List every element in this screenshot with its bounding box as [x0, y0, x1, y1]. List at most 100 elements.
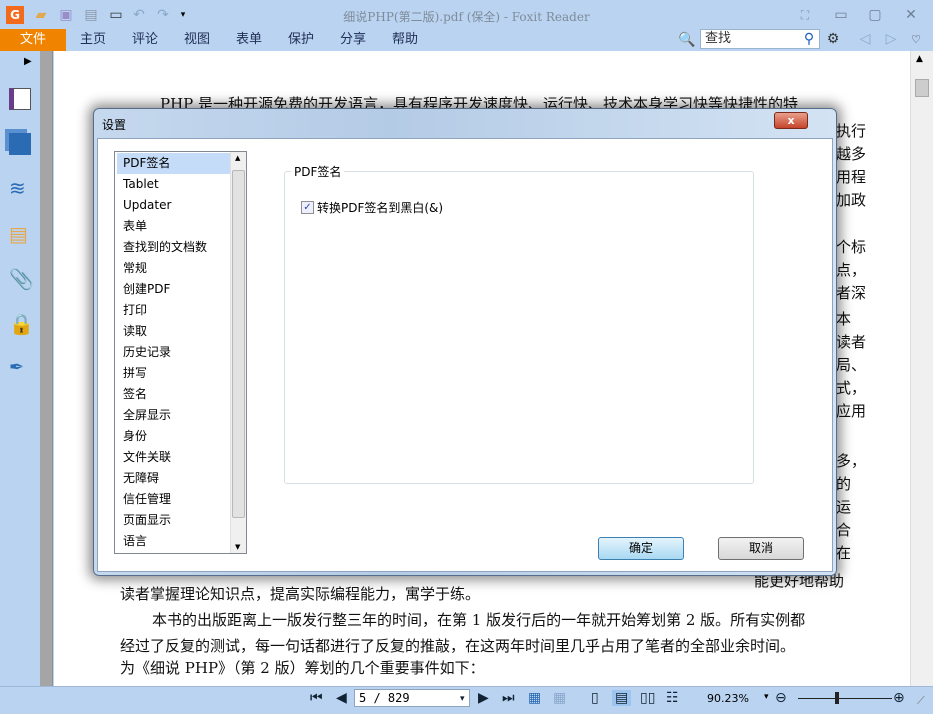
tab-view[interactable]: 视图 [174, 29, 220, 51]
text-fragment: 加政 [836, 191, 867, 209]
facing-page-icon[interactable]: ▯▯ [640, 690, 655, 706]
next-page-icon[interactable]: ▶ [478, 690, 489, 706]
category-item[interactable]: PDF签名 [117, 153, 230, 174]
expand-panel-icon[interactable]: ▶ [24, 56, 32, 67]
category-item[interactable]: 查找到的文档数 [117, 237, 230, 258]
pdf-signature-group: PDF签名 ✓ 转换PDF签名到黑白(&) [284, 163, 754, 484]
text-fragment: 读者 [836, 333, 867, 351]
previous-icon[interactable]: ◁ [856, 30, 874, 48]
category-item[interactable]: 无障碍 [117, 468, 230, 489]
maximize-button[interactable]: ▢ [866, 6, 884, 24]
zoom-in-icon[interactable]: ⊕ [893, 690, 905, 706]
dialog-close-button[interactable]: x [774, 112, 808, 129]
category-item[interactable]: 历史记录 [117, 342, 230, 363]
text-fragment: 个标 [836, 238, 867, 256]
previous-view-icon[interactable]: ▦ [528, 690, 541, 706]
text-fragment: 局、 [836, 356, 867, 374]
page-number-input[interactable]: 5 / 829 [354, 689, 470, 707]
checkbox-label: 转换PDF签名到黑白(&) [317, 201, 444, 215]
tab-protect[interactable]: 保护 [278, 29, 324, 51]
zoom-out-icon[interactable]: ⊖ [775, 690, 787, 706]
convert-signature-bw-checkbox[interactable]: ✓ 转换PDF签名到黑白(&) [301, 199, 443, 216]
text-fragment: 执行 [836, 122, 867, 140]
category-item[interactable]: 信任管理 [117, 489, 230, 510]
text-line: 读者掌握理论知识点，提高实际编程能力，寓学于练。 [120, 585, 481, 603]
vertical-scrollbar[interactable]: ▲ [910, 51, 933, 686]
category-item[interactable]: 全屏显示 [117, 405, 230, 426]
dialog-title: 设置 [102, 118, 127, 132]
zoom-dropdown-icon[interactable]: ▾ [764, 692, 769, 702]
continuous-facing-icon[interactable]: ☷ [666, 690, 679, 706]
close-window-button[interactable]: ✕ [902, 6, 920, 24]
bookmark-icon[interactable] [9, 88, 31, 110]
category-item[interactable]: 拼写 [117, 363, 230, 384]
collapse-ribbon-icon[interactable]: ♡ [907, 30, 925, 48]
category-item[interactable]: 身份 [117, 426, 230, 447]
tab-file[interactable]: 文件 [0, 29, 66, 51]
category-item[interactable]: 创建PDF [117, 279, 230, 300]
tab-home[interactable]: 主页 [70, 29, 116, 51]
tab-form[interactable]: 表单 [226, 29, 272, 51]
checkbox-checked-icon[interactable]: ✓ [301, 201, 314, 214]
category-list: PDF签名 Tablet Updater 表单 查找到的文档数 常规 创建PDF 打印 读取 历史… [114, 151, 247, 554]
folder-search-icon[interactable]: 🔍 [678, 31, 696, 49]
text-fragment: 的 [836, 475, 852, 493]
text-fragment: 本 [836, 310, 852, 328]
zoom-slider[interactable] [798, 698, 892, 699]
text-fragment: 用程 [836, 168, 867, 186]
fullscreen-icon[interactable]: ⛶ [796, 6, 814, 24]
text-fragment: 式， [836, 379, 867, 397]
text-fragment: 点， [836, 261, 867, 279]
scroll-thumb[interactable] [915, 79, 929, 97]
pages-icon[interactable] [9, 133, 31, 155]
signature-icon[interactable]: ✒ [9, 357, 31, 379]
tab-share[interactable]: 分享 [330, 29, 376, 51]
lock-icon[interactable]: 🔒 [9, 312, 34, 336]
minimize-button[interactable]: ▭ [832, 6, 850, 24]
window-title: 细说PHP(第二版).pdf (保全) - Foxit Reader [343, 10, 590, 24]
next-view-icon[interactable]: ▦ [553, 690, 566, 706]
resize-grip-icon[interactable]: ⟋ [917, 694, 925, 708]
category-item[interactable]: 签名 [117, 384, 230, 405]
category-item[interactable]: Updater [117, 195, 230, 216]
text-fragment: 越多 [836, 145, 867, 163]
text-fragment: 多， [836, 452, 867, 470]
single-page-icon[interactable]: ▯ [591, 690, 599, 706]
category-item[interactable]: 语言 [117, 531, 230, 552]
search-icon[interactable]: ⚲ [800, 30, 818, 48]
list-scroll-thumb[interactable] [232, 170, 245, 518]
ok-button[interactable]: 确定 [598, 537, 684, 560]
text-fragment: 运 [836, 498, 852, 516]
tab-help[interactable]: 帮助 [382, 29, 428, 51]
category-item[interactable]: 页面显示 [117, 510, 230, 531]
zoom-slider-handle[interactable] [835, 692, 839, 704]
text-fragment: 合 [836, 521, 852, 539]
cancel-button[interactable]: 取消 [718, 537, 804, 560]
comments-icon[interactable]: ▤ [9, 222, 31, 246]
first-page-icon[interactable]: ⏮ [310, 690, 323, 706]
category-item[interactable]: 文件关联 [117, 447, 230, 468]
dialog-body: PDF签名 Tablet Updater 表单 查找到的文档数 常规 创建PDF 打印 读取 历史… [97, 138, 833, 572]
text-fragment: 应用 [836, 402, 867, 420]
text-line: 经过了反复的测试，每一句话都进行了反复的推敲，在这两年时间里几乎占用了笔者的全部… [120, 637, 796, 655]
attachment-icon[interactable]: 📎 [9, 267, 34, 291]
list-scrollbar[interactable]: ▲ ▼ [230, 152, 246, 553]
previous-page-icon[interactable]: ◀ [336, 690, 347, 706]
gear-icon[interactable]: ⚙ [824, 30, 842, 48]
category-item[interactable]: 表单 [117, 216, 230, 237]
continuous-page-icon[interactable]: ▤ [612, 690, 632, 706]
category-item[interactable]: Tablet [117, 174, 230, 195]
category-item[interactable]: 常规 [117, 258, 230, 279]
category-item[interactable]: 打印 [117, 300, 230, 321]
group-title: PDF签名 [291, 163, 345, 180]
last-page-icon[interactable]: ⏭ [502, 690, 515, 706]
panel-splitter[interactable] [40, 51, 53, 686]
tab-comment[interactable]: 评论 [122, 29, 168, 51]
zoom-level[interactable]: 90.23% [707, 692, 749, 705]
next-icon[interactable]: ▷ [882, 30, 900, 48]
page-dropdown-icon[interactable]: ▾ [460, 694, 465, 704]
text-fragment: 者深 [836, 284, 867, 302]
text-fragment: 在 [836, 544, 852, 562]
category-item[interactable]: 读取 [117, 321, 230, 342]
layers-icon[interactable]: ≋ [9, 178, 31, 200]
